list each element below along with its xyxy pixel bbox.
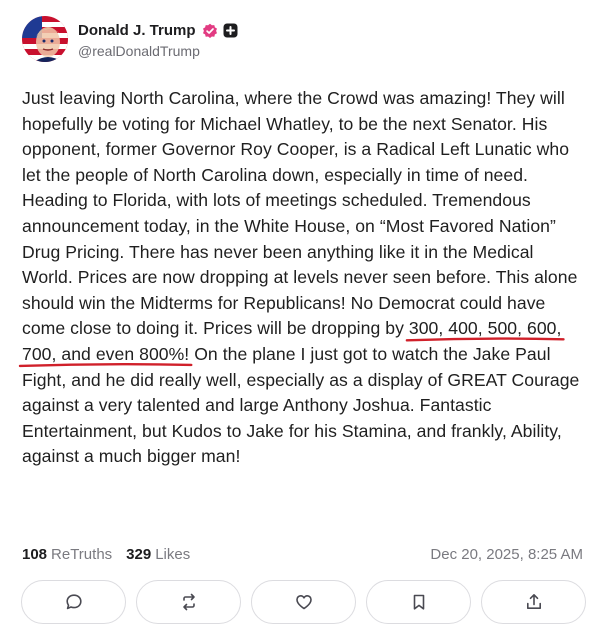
underline-stroke-2: [18, 362, 193, 368]
plus-badge-icon: [223, 23, 238, 38]
display-name[interactable]: Donald J. Trump: [78, 22, 196, 39]
bookmark-button[interactable]: [366, 580, 471, 624]
likes-count[interactable]: 329: [126, 546, 151, 563]
retruth-button[interactable]: [136, 580, 241, 624]
author-info: Donald J. Trump @realDonaldTrump: [78, 20, 238, 59]
post-text: Just leaving North Carolina, where the C…: [18, 86, 588, 470]
retruths-count[interactable]: 108: [22, 546, 47, 563]
heart-icon: [295, 595, 312, 610]
underline-stroke-1: [405, 337, 565, 342]
reply-button[interactable]: [21, 580, 126, 624]
avatar[interactable]: [22, 16, 68, 62]
share-button[interactable]: [481, 580, 586, 624]
like-button[interactable]: [251, 580, 356, 624]
verified-badge-icon: [202, 23, 217, 38]
likes-label[interactable]: Likes: [155, 546, 190, 563]
repost-icon: [182, 593, 195, 611]
post-text-before: Just leaving North Carolina, where the C…: [22, 88, 578, 339]
action-bar: [21, 580, 586, 624]
share-icon: [526, 594, 541, 609]
post-timestamp: Dec 20, 2025, 8:25 AM: [430, 545, 583, 563]
user-handle[interactable]: @realDonaldTrump: [78, 43, 238, 59]
retruths-label[interactable]: ReTruths: [51, 546, 112, 563]
name-row: Donald J. Trump: [78, 20, 238, 42]
bookmark-icon: [413, 594, 424, 610]
post-stats: 108 ReTruths 329 Likes Dec 20, 2025, 8:2…: [22, 544, 583, 564]
comment-icon: [65, 594, 82, 610]
post-header: Donald J. Trump @realDonaldTrump: [22, 16, 238, 62]
